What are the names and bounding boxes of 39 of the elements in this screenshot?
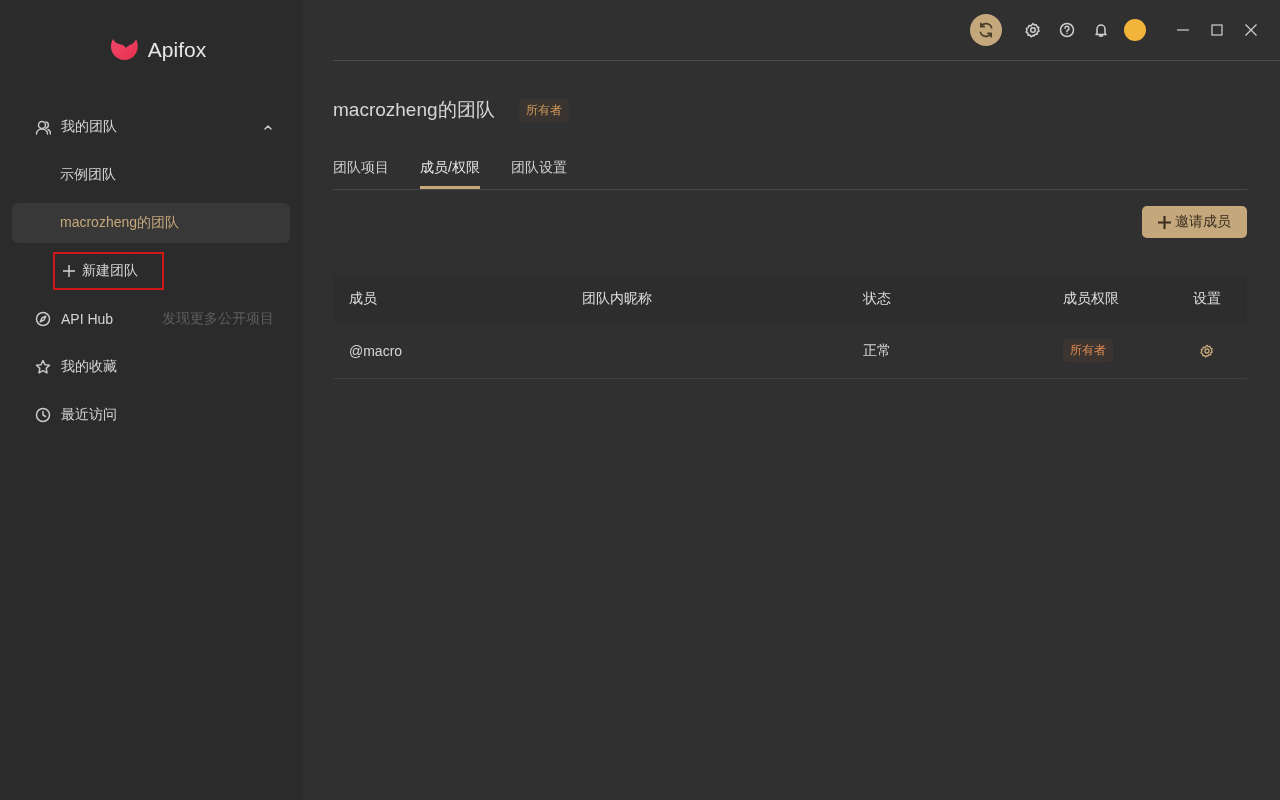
new-team-button[interactable]: 新建团队 bbox=[53, 252, 164, 290]
close-icon bbox=[1244, 23, 1258, 37]
people-icon bbox=[35, 119, 51, 135]
maximize-icon bbox=[1210, 23, 1224, 37]
tab[interactable]: 团队项目 bbox=[333, 159, 389, 189]
sidebar-label: API Hub bbox=[61, 311, 115, 327]
sidebar-link[interactable]: 最近访问 bbox=[12, 391, 290, 439]
team-item[interactable]: macrozheng的团队 bbox=[12, 203, 290, 243]
table-cell-text: 正常 bbox=[863, 341, 892, 360]
column-header: 状态 bbox=[863, 290, 892, 308]
app-name: Apifox bbox=[147, 38, 207, 62]
table-cell-text: @macro bbox=[349, 342, 404, 359]
help-icon bbox=[1059, 22, 1075, 38]
column-header: 设置 bbox=[1193, 290, 1222, 308]
sync-icon bbox=[977, 21, 995, 39]
role-tag: 所有者 bbox=[518, 98, 569, 122]
user-avatar[interactable] bbox=[1124, 19, 1146, 41]
sidebar-label: 最近访问 bbox=[61, 406, 118, 424]
sidebar-link[interactable]: 我的收藏 bbox=[12, 343, 290, 391]
role-tag: 所有者 bbox=[1063, 339, 1113, 362]
column-header: 成员权限 bbox=[1063, 290, 1120, 308]
team-item[interactable]: 示例团队 bbox=[12, 155, 290, 195]
invite-member-button[interactable]: 邀请成员 bbox=[1142, 206, 1247, 238]
sidebar-label: 我的收藏 bbox=[61, 358, 118, 376]
column-header: 团队内昵称 bbox=[582, 290, 653, 308]
column-header: 成员 bbox=[349, 290, 378, 308]
plus-icon bbox=[63, 265, 75, 277]
tab[interactable]: 成员/权限 bbox=[420, 159, 480, 189]
compass-icon bbox=[35, 311, 51, 327]
clock-icon bbox=[35, 407, 51, 423]
sidebar-label: 我的团队 bbox=[61, 118, 118, 136]
team-title: macrozheng的团队 bbox=[333, 98, 495, 122]
team-group-header[interactable]: 我的团队 bbox=[12, 103, 290, 151]
star-icon bbox=[35, 359, 51, 375]
plus-icon bbox=[1158, 215, 1171, 229]
sync-button[interactable] bbox=[970, 14, 1002, 46]
settings-icon bbox=[1025, 22, 1041, 38]
tab[interactable]: 团队设置 bbox=[510, 159, 567, 189]
bell-icon bbox=[1093, 22, 1109, 38]
